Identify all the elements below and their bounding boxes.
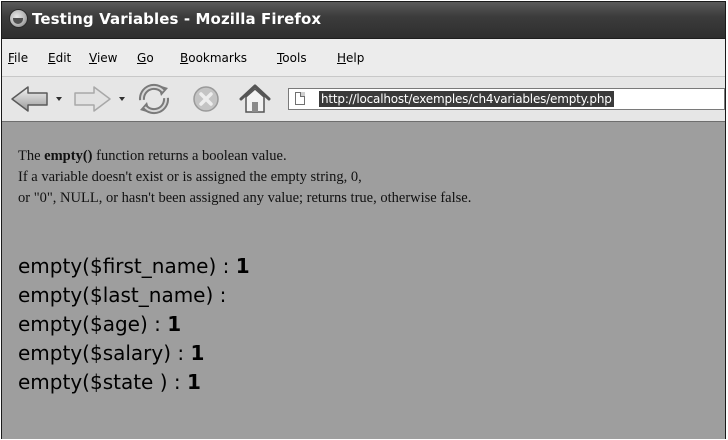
back-history-dropdown[interactable]: [56, 97, 62, 101]
forward-history-dropdown[interactable]: [119, 97, 125, 101]
result-age: empty($age) : 1: [18, 312, 182, 336]
result-last-name: empty($last_name) :: [18, 283, 227, 307]
window-title: Testing Variables - Mozilla Firefox: [32, 10, 322, 28]
menu-edit[interactable]: Edit: [48, 51, 71, 65]
result-state: empty($state ) : 1: [18, 370, 201, 394]
firefox-icon: [9, 9, 28, 28]
menu-help[interactable]: Help: [337, 51, 364, 65]
description-line-1: The empty() function returns a boolean v…: [18, 148, 287, 164]
menu-go[interactable]: Go: [137, 51, 154, 65]
navigation-toolbar: http://localhost/exemples/ch4variables/e…: [2, 77, 725, 122]
stop-icon[interactable]: [192, 85, 220, 113]
menu-file[interactable]: File: [8, 51, 28, 65]
page-content: The empty() function returns a boolean v…: [2, 122, 725, 439]
description-line-3: or "0", NULL, or hasn't been assigned an…: [18, 190, 472, 206]
result-first-name: empty($first_name) : 1: [18, 254, 250, 278]
page-icon: [295, 92, 305, 105]
menu-bar: File Edit View Go Bookmarks Tools Help: [2, 39, 725, 77]
description-text: The empty() function returns a boolean v…: [18, 146, 471, 209]
function-name: empty(): [44, 148, 93, 164]
result-salary: empty($salary) : 1: [18, 341, 205, 365]
menu-tools[interactable]: Tools: [277, 51, 307, 65]
back-icon[interactable]: [10, 85, 50, 113]
menu-bookmarks[interactable]: Bookmarks: [180, 51, 247, 65]
reload-icon[interactable]: [136, 82, 172, 116]
menu-view[interactable]: View: [89, 51, 117, 65]
home-icon[interactable]: [238, 83, 272, 115]
browser-window: Testing Variables - Mozilla Firefox File…: [1, 1, 726, 439]
url-text[interactable]: http://localhost/exemples/ch4variables/e…: [319, 91, 614, 107]
title-bar[interactable]: Testing Variables - Mozilla Firefox: [2, 2, 725, 39]
description-line-2: If a variable doesn't exist or is assign…: [18, 169, 362, 185]
forward-icon[interactable]: [72, 85, 112, 113]
address-bar[interactable]: http://localhost/exemples/ch4variables/e…: [288, 88, 725, 110]
results-list: empty($first_name) : 1 empty($last_name)…: [18, 252, 250, 397]
